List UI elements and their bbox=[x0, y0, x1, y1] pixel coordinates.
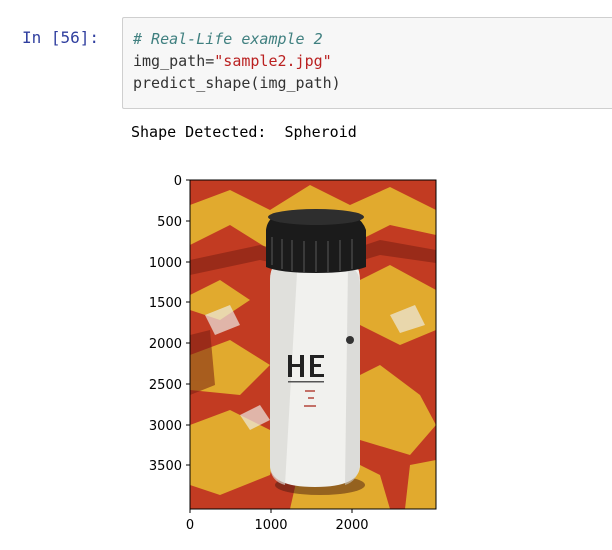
y-tick: 1500 bbox=[149, 296, 190, 311]
cell-output-text: Shape Detected: Spheroid bbox=[131, 123, 357, 141]
code-token: "sample2.jpg" bbox=[214, 52, 332, 70]
y-tick: 3000 bbox=[149, 419, 190, 434]
y-tick-label: 500 bbox=[157, 215, 182, 230]
y-tick: 500 bbox=[157, 215, 190, 230]
code-line: predict_shape(img_path) bbox=[133, 72, 612, 94]
photo-image bbox=[190, 180, 436, 509]
input-prompt: In [56]: bbox=[22, 28, 100, 47]
code-token: # Real-Life example 2 bbox=[133, 30, 323, 48]
y-tick: 0 bbox=[174, 174, 190, 189]
y-tick: 3500 bbox=[149, 459, 190, 474]
code-token: predict_shape(img_path) bbox=[133, 74, 341, 92]
code-token: img_path bbox=[133, 52, 206, 70]
image-plot: 0 500 1000 1500 2000 2500 3000 3500 0 10… bbox=[149, 174, 437, 533]
x-tick: 1000 bbox=[254, 509, 288, 533]
code-line: img_path="sample2.jpg" bbox=[133, 50, 612, 72]
y-tick: 2000 bbox=[149, 337, 190, 352]
y-axis: 0 500 1000 1500 2000 2500 3000 3500 bbox=[149, 174, 190, 474]
y-tick: 1000 bbox=[149, 256, 190, 271]
notebook-page: In [56]: # Real-Life example 2 img_path="… bbox=[0, 0, 612, 550]
y-tick-label: 3000 bbox=[149, 419, 182, 434]
y-tick: 2500 bbox=[149, 378, 190, 393]
x-tick: 0 bbox=[186, 509, 194, 533]
y-tick-label: 3500 bbox=[149, 459, 182, 474]
x-tick-label: 0 bbox=[186, 518, 194, 533]
code-line: # Real-Life example 2 bbox=[133, 28, 612, 50]
y-tick-label: 2000 bbox=[149, 337, 182, 352]
code-cell-input[interactable]: # Real-Life example 2 img_path="sample2.j… bbox=[122, 17, 612, 109]
x-tick-label: 1000 bbox=[254, 518, 287, 533]
y-tick-label: 1000 bbox=[149, 256, 182, 271]
x-axis: 0 1000 2000 bbox=[186, 509, 369, 533]
x-tick: 2000 bbox=[335, 509, 369, 533]
y-tick-label: 1500 bbox=[149, 296, 182, 311]
x-tick-label: 2000 bbox=[335, 518, 368, 533]
code-token: = bbox=[205, 52, 215, 70]
y-tick-label: 2500 bbox=[149, 378, 182, 393]
y-tick-label: 0 bbox=[174, 174, 182, 189]
